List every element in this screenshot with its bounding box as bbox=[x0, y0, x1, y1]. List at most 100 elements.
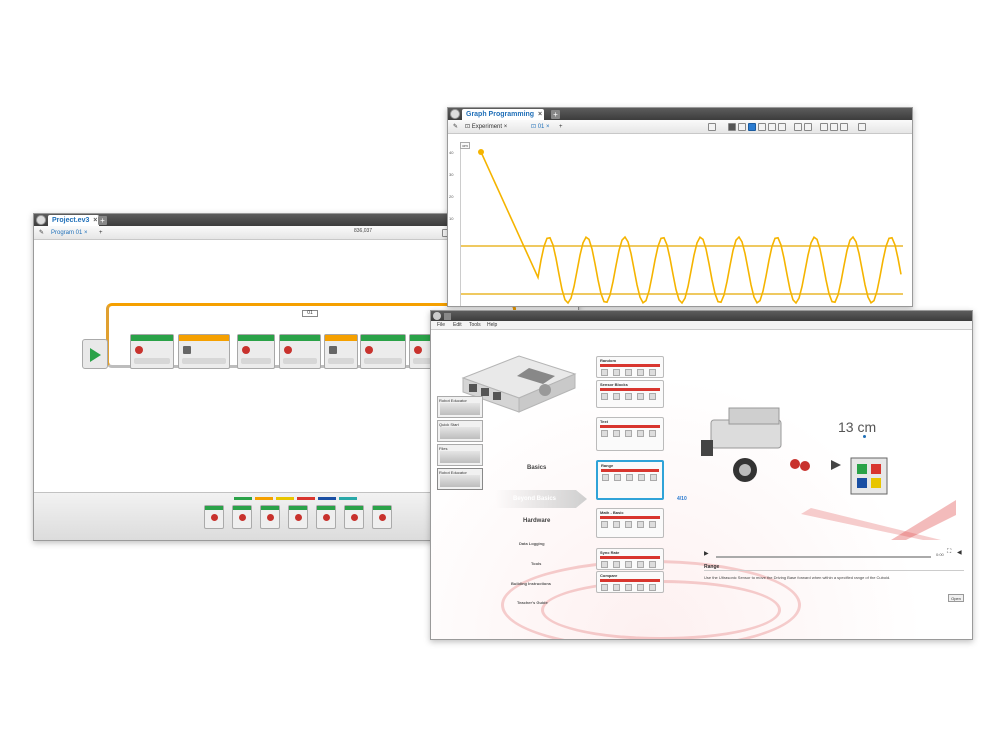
select-tool-icon[interactable] bbox=[748, 123, 756, 131]
program-block[interactable] bbox=[324, 334, 358, 369]
lobby-home-button[interactable] bbox=[450, 109, 460, 119]
graph-plot-area[interactable] bbox=[460, 142, 903, 306]
palette-block[interactable] bbox=[316, 505, 336, 529]
analysis-tool-icon[interactable] bbox=[768, 123, 776, 131]
line-tool-icon[interactable] bbox=[738, 123, 746, 131]
graph-view-icon[interactable] bbox=[728, 123, 736, 131]
block-parameters[interactable] bbox=[328, 358, 354, 364]
lobby-tab-icon[interactable] bbox=[444, 313, 451, 320]
lesson-card[interactable]: Sync Rate bbox=[596, 548, 664, 570]
lesson-card[interactable]: Math - Basic bbox=[596, 508, 664, 538]
category-data-logging[interactable]: Data Logging bbox=[519, 541, 545, 546]
category-hardware[interactable]: Hardware bbox=[523, 518, 550, 524]
palette-tab[interactable] bbox=[234, 497, 252, 500]
palette-block[interactable] bbox=[232, 505, 252, 529]
lesson-card[interactable]: Range bbox=[596, 460, 664, 500]
volume-icon[interactable]: ◀ bbox=[957, 549, 962, 556]
category-building-instructions[interactable]: Building Instructions bbox=[511, 581, 551, 586]
palette-block[interactable] bbox=[288, 505, 308, 529]
loop-name-label[interactable]: 01 bbox=[302, 310, 318, 317]
fullscreen-icon[interactable]: ⛶ bbox=[947, 549, 951, 556]
block-parameters[interactable] bbox=[413, 358, 431, 364]
menu-help[interactable]: Help bbox=[487, 322, 497, 328]
palette-block[interactable] bbox=[204, 505, 224, 529]
lesson-block-preview bbox=[649, 561, 656, 568]
palette-block[interactable] bbox=[260, 505, 280, 529]
palette-block[interactable] bbox=[344, 505, 364, 529]
graph-project-tab[interactable]: Graph Programming × bbox=[462, 109, 545, 120]
lesson-block-preview bbox=[650, 474, 657, 481]
program-tab[interactable]: Program 01 × bbox=[48, 228, 91, 238]
zoom-reset-icon[interactable] bbox=[840, 123, 848, 131]
lesson-card[interactable]: Text bbox=[596, 417, 664, 451]
lesson-block-preview bbox=[602, 474, 609, 481]
play-icon bbox=[90, 348, 101, 362]
close-icon[interactable]: × bbox=[538, 109, 542, 120]
y-axis-unit[interactable]: cm bbox=[460, 142, 470, 149]
block-color-band bbox=[361, 335, 405, 341]
lesson-card[interactable]: Random bbox=[596, 356, 664, 378]
program-block[interactable] bbox=[130, 334, 174, 369]
block-parameters[interactable] bbox=[182, 358, 226, 364]
lobby-titlebar bbox=[431, 311, 972, 321]
experiment-tab[interactable]: ⊡ Experiment × bbox=[462, 122, 510, 132]
palette-tab[interactable] bbox=[339, 497, 357, 500]
zoom-in-icon[interactable] bbox=[830, 123, 838, 131]
camera-icon[interactable] bbox=[778, 123, 786, 131]
block-parameters[interactable] bbox=[283, 358, 317, 364]
close-icon[interactable]: × bbox=[93, 215, 97, 226]
lesson-block-preview bbox=[649, 393, 656, 400]
category-teachers-guide[interactable]: Teacher's Guide bbox=[517, 600, 548, 605]
lesson-card[interactable]: Sensor Blocks bbox=[596, 380, 664, 408]
block-parameters[interactable] bbox=[364, 358, 402, 364]
lesson-block-preview bbox=[638, 474, 645, 481]
program-block[interactable] bbox=[178, 334, 230, 369]
open-lesson-button[interactable]: Open bbox=[948, 594, 964, 602]
wrench-icon[interactable]: ✎ bbox=[36, 228, 47, 238]
palette-tab[interactable] bbox=[318, 497, 336, 500]
category-tools[interactable]: Tools bbox=[531, 561, 541, 566]
add-project-button[interactable]: + bbox=[98, 216, 107, 225]
thumbnail-files[interactable]: Files bbox=[437, 444, 483, 466]
thumbnail-robot-educator[interactable]: Robot Educator bbox=[437, 396, 483, 418]
robot-video-frame[interactable] bbox=[701, 390, 956, 540]
hardware-page-icon[interactable] bbox=[858, 123, 866, 131]
lesson-card[interactable]: Compare bbox=[596, 571, 664, 593]
play-icon[interactable]: ▶ bbox=[704, 550, 709, 557]
menu-edit[interactable]: Edit bbox=[453, 322, 462, 328]
add-project-button[interactable]: + bbox=[551, 110, 560, 119]
menu-file[interactable]: File bbox=[437, 322, 445, 328]
project-tab[interactable]: Project.ev3 × bbox=[48, 215, 100, 226]
lobby-home-button[interactable] bbox=[36, 215, 46, 225]
menu-tools[interactable]: Tools bbox=[469, 322, 481, 328]
pan-tool-icon[interactable] bbox=[758, 123, 766, 131]
graph-titlebar: Graph Programming × + bbox=[448, 108, 912, 120]
close-icon[interactable] bbox=[433, 312, 441, 320]
block-parameters[interactable] bbox=[134, 358, 170, 364]
graph-sub-tab[interactable]: ⊡ 01 × bbox=[528, 122, 553, 132]
add-experiment-button[interactable]: + bbox=[556, 122, 566, 132]
zoom-out-icon[interactable] bbox=[820, 123, 828, 131]
category-beyond-basics[interactable]: Beyond Basics bbox=[513, 496, 556, 502]
palette-tab[interactable] bbox=[276, 497, 294, 500]
lesson-title: Random bbox=[600, 358, 616, 363]
program-block[interactable] bbox=[279, 334, 321, 369]
block-parameters[interactable] bbox=[241, 358, 271, 364]
program-block[interactable] bbox=[237, 334, 275, 369]
thumbnail-quick-start[interactable]: Quick Start bbox=[437, 420, 483, 442]
save-icon[interactable] bbox=[794, 123, 802, 131]
program-block[interactable] bbox=[360, 334, 406, 369]
table-view-icon[interactable] bbox=[708, 123, 716, 131]
graph-start-marker[interactable] bbox=[478, 149, 484, 155]
redo-icon[interactable] bbox=[804, 123, 812, 131]
palette-tab[interactable] bbox=[255, 497, 273, 500]
palette-tab[interactable] bbox=[297, 497, 315, 500]
add-program-button[interactable]: + bbox=[96, 228, 106, 238]
video-progress-bar[interactable] bbox=[716, 556, 931, 558]
wrench-icon[interactable]: ✎ bbox=[450, 122, 461, 132]
lesson-block-preview bbox=[625, 584, 632, 591]
palette-block[interactable] bbox=[372, 505, 392, 529]
category-basics[interactable]: Basics bbox=[527, 465, 546, 471]
start-block[interactable] bbox=[82, 339, 108, 369]
thumbnail-robot-educator-active[interactable]: Robot Educator bbox=[437, 468, 483, 490]
